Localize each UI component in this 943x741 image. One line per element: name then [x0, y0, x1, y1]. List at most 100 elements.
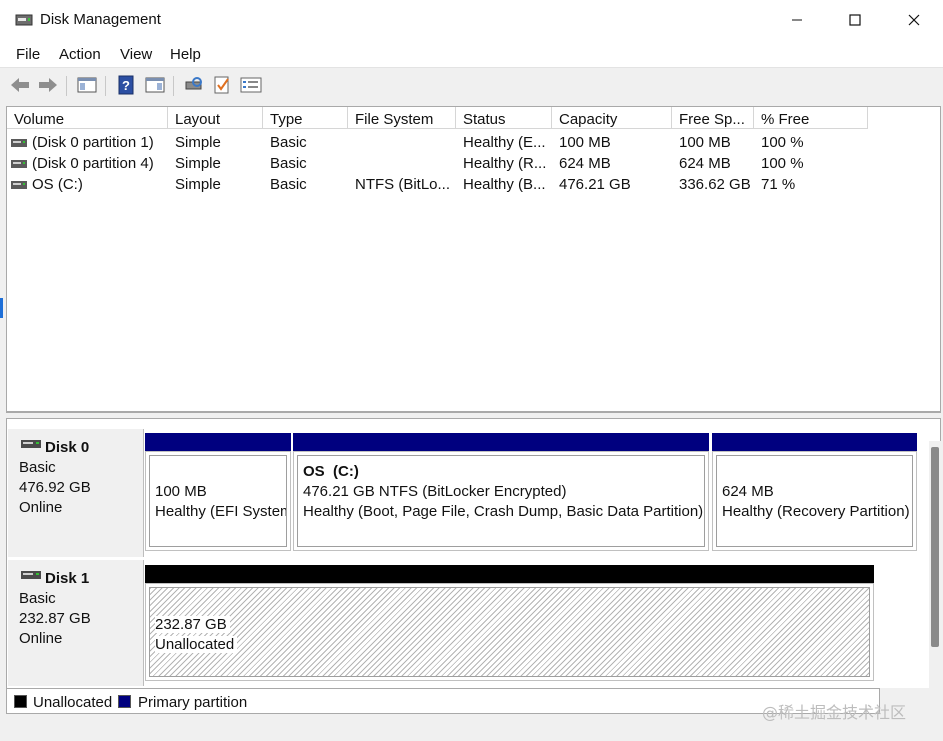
- disk-0-size: 476.92 GB: [19, 479, 91, 496]
- partition-size: 232.87 GB: [155, 616, 230, 633]
- cell-percent-free: 100 %: [761, 134, 804, 151]
- toolbar-separator: [105, 76, 106, 96]
- partition-size: 476.21 GB NTFS (BitLocker Encrypted): [303, 483, 567, 500]
- partition-inner: 100 MB Healthy (EFI System Partition): [149, 455, 287, 547]
- cell-volume: OS (C:): [32, 176, 83, 193]
- partition-inner: 232.87 GB Unallocated: [149, 587, 870, 677]
- cell-status: Healthy (E...: [463, 134, 546, 151]
- close-button[interactable]: [885, 0, 943, 40]
- cell-layout: Simple: [175, 155, 221, 172]
- console-tree-button[interactable]: [76, 74, 98, 96]
- legend-swatch-unallocated: [14, 695, 27, 708]
- cell-capacity: 100 MB: [559, 134, 611, 151]
- toolbar: ?: [0, 68, 943, 102]
- partition-header-bar: [293, 433, 709, 451]
- column-header-volume[interactable]: Volume: [7, 107, 168, 129]
- legend: Unallocated Primary partition: [6, 688, 880, 714]
- disk-0-type: Basic: [19, 459, 56, 476]
- cell-capacity: 476.21 GB: [559, 176, 631, 193]
- volume-drive-icon: [11, 181, 27, 189]
- disk-1-status: Online: [19, 630, 63, 647]
- volume-drive-icon: [11, 139, 27, 147]
- action-pane-button[interactable]: [144, 74, 166, 96]
- partition-header-bar: [145, 565, 874, 583]
- menu-view[interactable]: View: [120, 46, 152, 63]
- list-view-icon: [240, 77, 262, 93]
- maximize-button[interactable]: [826, 0, 884, 40]
- scrollbar-thumb[interactable]: [931, 447, 939, 647]
- cell-volume: (Disk 0 partition 1): [32, 134, 154, 151]
- cell-free-space: 624 MB: [679, 155, 731, 172]
- cell-layout: Simple: [175, 176, 221, 193]
- background-window-edge: [0, 298, 3, 318]
- partition-status: Unallocated: [155, 636, 238, 653]
- cell-status: Healthy (R...: [463, 155, 547, 172]
- check-properties-icon: [214, 76, 229, 94]
- menu-help[interactable]: Help: [170, 46, 201, 63]
- list-view-button[interactable]: [240, 74, 262, 96]
- cell-capacity: 624 MB: [559, 155, 611, 172]
- disk-1-name: Disk 1: [45, 570, 90, 587]
- help-button[interactable]: ?: [115, 74, 137, 96]
- partition-box: OS (C:) 476.21 GB NTFS (BitLocker Encryp…: [293, 451, 709, 551]
- check-properties-button[interactable]: [211, 74, 233, 96]
- svg-text:?: ?: [122, 78, 130, 93]
- disk-1-label[interactable]: Disk 1 Basic 232.87 GB Online: [8, 560, 144, 686]
- column-header-layout[interactable]: Layout: [168, 107, 263, 129]
- volume-drive-icon: [11, 160, 27, 168]
- disk-1-size: 232.87 GB: [19, 610, 91, 627]
- rescan-disks-button[interactable]: [183, 74, 205, 96]
- disk-map-scrollbar[interactable]: [929, 441, 941, 689]
- rescan-disks-icon: [185, 77, 202, 90]
- column-header-status[interactable]: Status: [456, 107, 552, 129]
- disk-1-type: Basic: [19, 590, 56, 607]
- cell-type: Basic: [270, 134, 307, 151]
- disk-management-icon: [15, 14, 33, 26]
- maximize-icon: [849, 14, 861, 26]
- partition-size: 624 MB: [722, 483, 774, 500]
- cell-percent-free: 100 %: [761, 155, 804, 172]
- back-button[interactable]: [9, 74, 31, 96]
- partition-header-bar: [712, 433, 917, 451]
- cell-type: Basic: [270, 176, 307, 193]
- column-header-type[interactable]: Type: [263, 107, 348, 129]
- window-title: Disk Management: [40, 11, 161, 28]
- partition-size: 100 MB: [155, 483, 207, 500]
- partition-box: 624 MB Healthy (Recovery Partition): [712, 451, 917, 551]
- watermark: @稀土掘金技术社区: [762, 703, 907, 722]
- disk-0-name: Disk 0: [45, 439, 90, 456]
- cell-volume: (Disk 0 partition 4): [32, 155, 154, 172]
- console-tree-icon: [77, 77, 97, 93]
- partition-inner: 624 MB Healthy (Recovery Partition): [716, 455, 913, 547]
- disk-icon: [21, 440, 41, 448]
- column-header-file-system[interactable]: File System: [348, 107, 456, 129]
- action-pane-icon: [145, 77, 165, 93]
- minimize-button[interactable]: [768, 0, 826, 40]
- column-header-capacity[interactable]: Capacity: [552, 107, 672, 129]
- partition-box: 232.87 GB Unallocated: [145, 583, 874, 681]
- disk-0-label[interactable]: Disk 0 Basic 476.92 GB Online: [8, 429, 144, 557]
- volume-list[interactable]: Volume Layout Type File System Status Ca…: [6, 106, 941, 412]
- legend-swatch-primary: [118, 695, 131, 708]
- partition-inner: OS (C:) 476.21 GB NTFS (BitLocker Encryp…: [297, 455, 705, 547]
- toolbar-separator: [173, 76, 174, 96]
- column-header-percent-free[interactable]: % Free: [754, 107, 868, 129]
- column-header-free-space[interactable]: Free Sp...: [672, 107, 754, 129]
- forward-button[interactable]: [37, 74, 59, 96]
- back-arrow-icon: [11, 78, 29, 92]
- cell-file-system: NTFS (BitLo...: [355, 176, 451, 193]
- cell-status: Healthy (B...: [463, 176, 546, 193]
- disk-icon: [21, 571, 41, 579]
- cell-free-space: 100 MB: [679, 134, 731, 151]
- legend-label-primary: Primary partition: [138, 694, 248, 711]
- menu-file[interactable]: File: [16, 46, 40, 63]
- help-icon: ?: [118, 75, 134, 95]
- close-icon: [908, 14, 920, 26]
- menu-bar: File Action View Help: [0, 40, 943, 68]
- title-bar[interactable]: Disk Management: [0, 0, 943, 40]
- partition-box: 100 MB Healthy (EFI System Partition): [145, 451, 291, 551]
- forward-arrow-icon: [39, 78, 57, 92]
- partition-status: Healthy (EFI System Partition): [155, 503, 286, 520]
- minimize-icon: [792, 19, 802, 21]
- menu-action[interactable]: Action: [59, 46, 101, 63]
